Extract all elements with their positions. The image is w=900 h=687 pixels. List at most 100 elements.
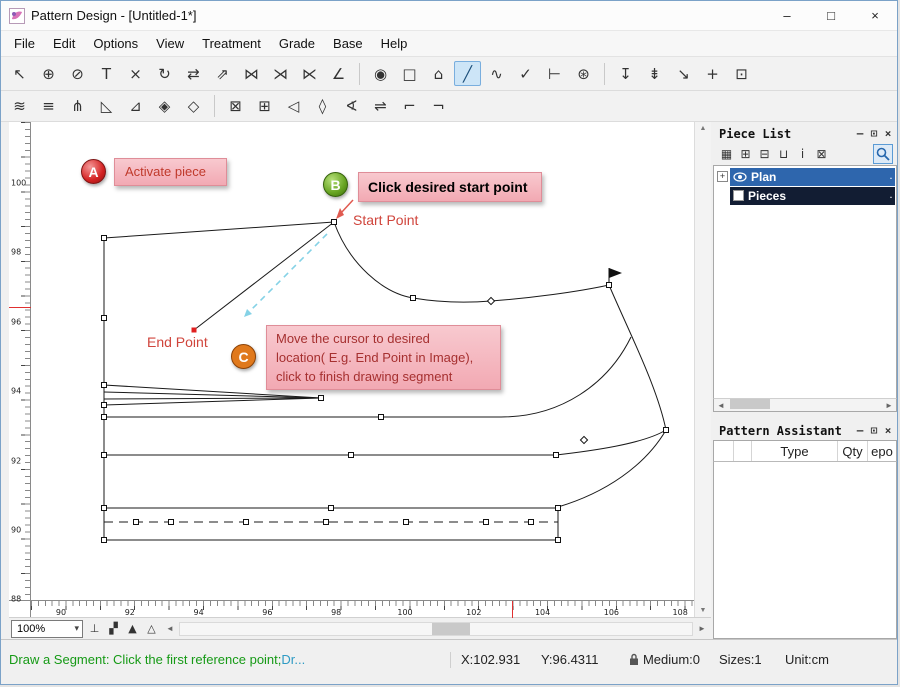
scrollbar-thumb[interactable] [432, 623, 470, 635]
rotate-tool[interactable]: ↻ [151, 61, 178, 86]
minimize-button[interactable]: – [765, 1, 809, 31]
text-tool[interactable]: T [93, 61, 120, 86]
search-button[interactable] [873, 144, 893, 164]
cut-tool[interactable]: × [122, 61, 149, 86]
zoom-select[interactable]: 100% ▾ [11, 620, 83, 638]
scroll-right-icon[interactable]: ► [882, 398, 896, 412]
badge-a: A [81, 159, 106, 184]
fill-preview-icon[interactable]: ▲ [123, 620, 142, 637]
dart-tool[interactable]: ◺ [93, 94, 120, 119]
corner-extend-tool[interactable]: ¬ [425, 94, 452, 119]
menu-grade[interactable]: Grade [270, 31, 324, 57]
scroll-up-icon[interactable]: ▲ [700, 122, 707, 135]
panel-float-icon[interactable]: ⊡ [867, 423, 881, 439]
menu-file[interactable]: File [5, 31, 44, 57]
circle-tool[interactable]: ◉ [367, 61, 394, 86]
flip-shape-tool[interactable]: ◇ [180, 94, 207, 119]
polygon-tool[interactable]: ⌂ [425, 61, 452, 86]
remove-piece-icon[interactable]: ⊟ [756, 146, 773, 163]
pattern-assistant-header: Type Qty epo [713, 440, 897, 462]
panel-close-icon[interactable]: × [881, 126, 895, 142]
expand-tool[interactable]: ⊞ [251, 94, 278, 119]
canvas-vertical-scrollbar[interactable]: ▲ ▼ [694, 122, 711, 617]
dart-transfer-tool[interactable]: ⊿ [122, 94, 149, 119]
scroll-down-icon[interactable]: ▼ [700, 604, 707, 617]
pieces-checkbox[interactable] [733, 190, 744, 201]
move-copy-tool[interactable]: ⇗ [209, 61, 236, 86]
outline-preview-icon[interactable]: △ [142, 620, 161, 637]
snap-toggle-icon[interactable]: ⊥ [85, 620, 104, 637]
column-type[interactable]: Type [752, 441, 838, 461]
layer-view-icon[interactable]: ▞ [104, 620, 123, 637]
box-diagonal-tool[interactable]: ⊠ [222, 94, 249, 119]
pattern-assistant-title: Pattern Assistant [719, 424, 842, 438]
menu-treatment[interactable]: Treatment [193, 31, 270, 57]
modify-curve-tool[interactable]: ✓ [512, 61, 539, 86]
column-report[interactable]: epo [868, 441, 896, 461]
shrink-tool[interactable]: ◈ [151, 94, 178, 119]
arc-angle-tool[interactable]: ∢ [338, 94, 365, 119]
rosette-tool[interactable]: ⊛ [570, 61, 597, 86]
column-qty[interactable]: Qty [838, 441, 868, 461]
scrollbar-thumb[interactable] [730, 399, 770, 409]
menu-base[interactable]: Base [324, 31, 372, 57]
menu-options[interactable]: Options [84, 31, 147, 57]
ruler-bottom: 9092949698100102104106108 [31, 600, 694, 617]
curve-tool[interactable]: ∿ [483, 61, 510, 86]
eye-icon[interactable] [733, 172, 747, 182]
delete-piece-icon[interactable]: ⊠ [813, 146, 830, 163]
flip-left-tool[interactable]: ◁ [280, 94, 307, 119]
align-point-tool[interactable]: ⇟ [641, 61, 668, 86]
toolbar-separator [214, 95, 215, 117]
move-point-tool[interactable]: + [699, 61, 726, 86]
stitch-tool[interactable]: ⊘ [64, 61, 91, 86]
maximize-button[interactable]: □ [809, 1, 853, 31]
fork-tool[interactable]: ⋔ [64, 94, 91, 119]
select-tool[interactable]: ↖ [6, 61, 33, 86]
scroll-left-icon[interactable]: ◄ [714, 398, 728, 412]
status-hint-more[interactable]: Dr... [281, 652, 305, 667]
menu-view[interactable]: View [147, 31, 193, 57]
pleat-tool[interactable]: ≡ [35, 94, 62, 119]
segment-tool[interactable]: ╱ [454, 61, 481, 86]
info-icon[interactable]: i [794, 146, 811, 163]
tree-row-pieces[interactable]: Pieces . [714, 186, 896, 205]
new-piece-icon[interactable]: ▦ [718, 146, 735, 163]
canvas-horizontal-scrollbar[interactable] [179, 622, 693, 636]
tree-row-plan[interactable]: + Plan . [714, 167, 896, 186]
point-tool[interactable]: ↧ [612, 61, 639, 86]
measure-tool[interactable]: ⊢ [541, 61, 568, 86]
sew-tool[interactable]: ≋ [6, 94, 33, 119]
menu-help[interactable]: Help [372, 31, 417, 57]
scroll-left-icon[interactable]: ◄ [163, 622, 177, 636]
piece-list-scrollbar[interactable]: ◄ ► [713, 398, 897, 412]
expand-icon[interactable]: + [717, 171, 728, 182]
lozenge-tool[interactable]: ◊ [309, 94, 336, 119]
pattern-canvas[interactable]: A Activate piece B Click desired start p… [31, 122, 694, 600]
ruler-y-marker [9, 307, 31, 308]
panel-float-icon[interactable]: ⊡ [867, 126, 881, 142]
callout-finish-segment: Move the cursor to desired location( E.g… [266, 325, 501, 390]
open-piece-icon[interactable]: ⊔ [775, 146, 792, 163]
adjust-tool[interactable]: ⋉ [296, 61, 323, 86]
scroll-right-icon[interactable]: ► [695, 622, 709, 636]
intersect-tool[interactable]: ⋊ [267, 61, 294, 86]
notch-tool[interactable]: ⋈ [238, 61, 265, 86]
angle-tool[interactable]: ∠ [325, 61, 352, 86]
panel-close-icon[interactable]: × [881, 423, 895, 439]
box-select-tool[interactable]: ⊡ [728, 61, 755, 86]
mirror-tool[interactable]: ⇄ [180, 61, 207, 86]
panel-minimize-icon[interactable]: – [853, 126, 867, 142]
ruler-label: 98 [11, 248, 21, 257]
corner-trim-tool[interactable]: ⌐ [396, 94, 423, 119]
corner-point-tool[interactable]: ↘ [670, 61, 697, 86]
panel-minimize-icon[interactable]: – [853, 423, 867, 439]
zoom-tool[interactable]: ⊕ [35, 61, 62, 86]
close-button[interactable]: × [853, 1, 897, 31]
rectangle-tool[interactable]: □ [396, 61, 423, 86]
copy-piece-icon[interactable]: ⊞ [737, 146, 754, 163]
menu-bar: FileEditOptionsViewTreatmentGradeBaseHel… [1, 31, 897, 57]
menu-edit[interactable]: Edit [44, 31, 84, 57]
swap-curve-tool[interactable]: ⇌ [367, 94, 394, 119]
status-hint: Draw a Segment: Click the first referenc… [9, 652, 281, 667]
